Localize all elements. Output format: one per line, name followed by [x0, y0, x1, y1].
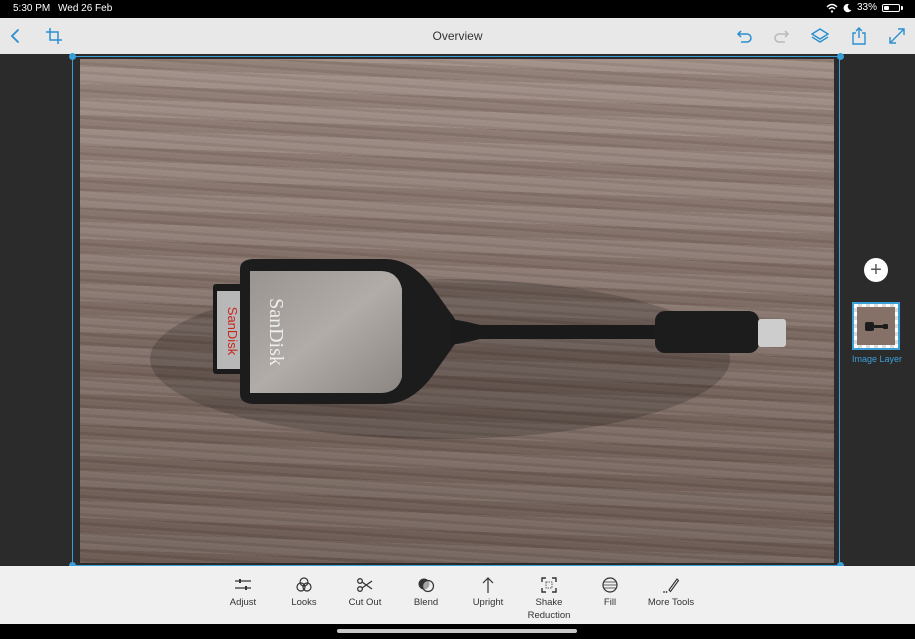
more-tools-icon: [641, 574, 701, 596]
shake-reduction-icon: [519, 574, 579, 596]
resize-handle-top-right[interactable]: [837, 53, 844, 60]
document-bounds: [72, 56, 840, 566]
moon-icon: [843, 3, 852, 12]
status-right: 33%: [826, 2, 903, 13]
tool-blend[interactable]: Blend: [396, 574, 456, 609]
status-bar: 5:30 PM Wed 26 Feb 33%: [0, 0, 915, 18]
share-icon[interactable]: [849, 26, 869, 46]
status-date: Wed 26 Feb: [58, 3, 113, 14]
tool-shake-reduction[interactable]: Shake Reduction: [519, 574, 579, 622]
scissors-icon: [335, 574, 395, 596]
layers-icon[interactable]: [810, 26, 830, 46]
home-indicator[interactable]: [337, 629, 577, 633]
layer-thumbnail[interactable]: [852, 302, 900, 350]
layer-thumb-picture: [865, 322, 888, 331]
fill-icon: [580, 574, 640, 596]
blend-icon: [396, 574, 456, 596]
top-toolbar: Overview: [0, 18, 915, 55]
battery-icon: [882, 3, 900, 12]
resize-handle-top-left[interactable]: [69, 53, 76, 60]
plus-icon: +: [870, 259, 882, 281]
add-layer-button[interactable]: +: [864, 258, 888, 282]
battery-percent: 33%: [856, 2, 877, 13]
tool-cut-out[interactable]: Cut Out: [335, 574, 395, 609]
upright-icon: [458, 574, 518, 596]
layer-thumbnail-image: [857, 307, 895, 345]
looks-icon: [274, 574, 334, 596]
redo-icon[interactable]: [772, 26, 792, 46]
home-bar: [0, 624, 915, 639]
tool-more-tools[interactable]: More Tools: [641, 574, 701, 609]
status-time: 5:30 PM: [13, 3, 51, 14]
wifi-icon: [826, 3, 838, 13]
layer-label: Image Layer: [851, 354, 903, 364]
battery-cap: [901, 5, 903, 10]
tool-adjust[interactable]: Adjust: [213, 574, 273, 609]
tool-upright[interactable]: Upright: [458, 574, 518, 609]
undo-icon[interactable]: [734, 26, 754, 46]
canvas-workspace[interactable]: SanDisk SanDisk + Image Layer: [0, 53, 915, 569]
tool-fill[interactable]: Fill: [580, 574, 640, 609]
sliders-icon: [213, 574, 273, 596]
fullscreen-icon[interactable]: [887, 26, 907, 46]
tool-looks[interactable]: Looks: [274, 574, 334, 609]
bottom-toolbar: Adjust Looks Cut Out Blend Upright Shake…: [0, 566, 915, 624]
